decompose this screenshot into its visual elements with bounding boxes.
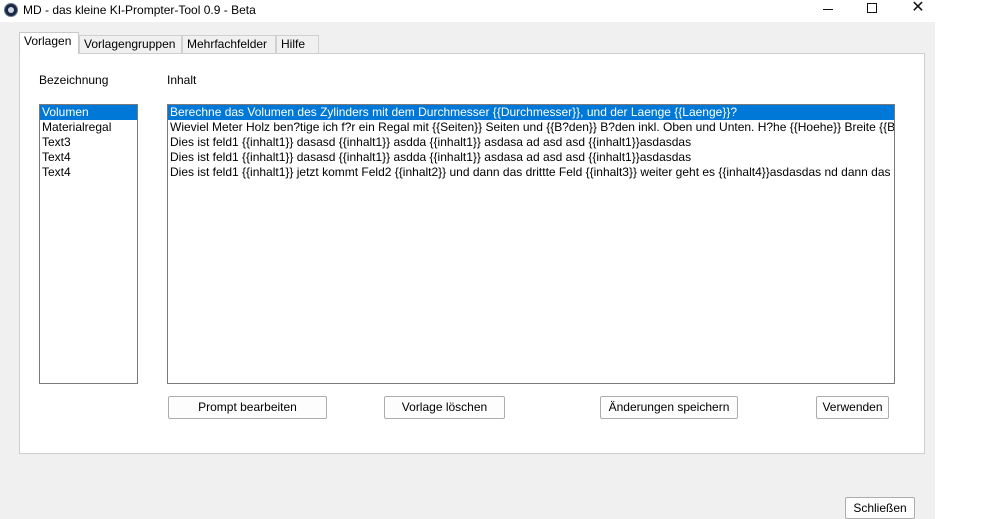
minimize-icon	[823, 8, 833, 10]
inhalt-label: Inhalt	[167, 73, 197, 87]
name-list-item[interactable]: Text4	[40, 165, 137, 180]
name-listbox[interactable]: Volumen Materialregal Text3 Text4 Text4	[39, 104, 138, 384]
content-list-item[interactable]: Wieviel Meter Holz ben?tige ich f?r ein …	[168, 120, 894, 135]
content-list-item[interactable]: Dies ist feld1 {{inhalt1}} dasasd {{inha…	[168, 150, 894, 165]
content-list-item[interactable]: Dies ist feld1 {{inhalt1}} dasasd {{inha…	[168, 135, 894, 150]
app-icon	[4, 3, 18, 17]
vorlagen-panel: Bezeichnung Inhalt Volumen Materialregal T…	[19, 53, 925, 454]
verwenden-button[interactable]: Verwenden	[816, 396, 889, 419]
tab-mehrfachfelder[interactable]: Mehrfachfelder	[182, 35, 276, 54]
schliessen-button[interactable]: Schließen	[845, 497, 915, 519]
window-title: MD - das kleine KI-Prompter-Tool 0.9 - B…	[23, 3, 256, 17]
close-window-button[interactable]: ✕	[895, 0, 941, 16]
tab-vorlagen[interactable]: Vorlagen	[19, 32, 79, 54]
name-list-item[interactable]: Volumen	[40, 105, 137, 120]
minimize-button[interactable]	[805, 0, 851, 16]
tab-hilfe[interactable]: Hilfe	[276, 35, 319, 54]
content-listbox[interactable]: Berechne das Volumen des Zylinders mit d…	[167, 104, 895, 384]
vorlage-loeschen-button[interactable]: Vorlage löschen	[384, 396, 505, 419]
aenderungen-speichern-button[interactable]: Änderungen speichern	[600, 396, 738, 419]
prompt-bearbeiten-button[interactable]: Prompt bearbeiten	[168, 396, 327, 419]
name-list-item[interactable]: Text3	[40, 135, 137, 150]
name-list-item[interactable]: Materialregal	[40, 120, 137, 135]
content-list-item[interactable]: Dies ist feld1 {{inhalt1}} jetzt kommt F…	[168, 165, 894, 180]
maximize-button[interactable]	[849, 0, 895, 16]
bezeichnung-label: Bezeichnung	[39, 73, 109, 87]
maximize-icon	[867, 3, 877, 13]
title-bar: MD - das kleine KI-Prompter-Tool 0.9 - B…	[0, 0, 935, 22]
name-list-item[interactable]: Text4	[40, 150, 137, 165]
tab-vorlagengruppen[interactable]: Vorlagengruppen	[79, 35, 182, 54]
main-window: MD - das kleine KI-Prompter-Tool 0.9 - B…	[0, 0, 935, 519]
close-icon: ✕	[911, 0, 925, 16]
content-list-item[interactable]: Berechne das Volumen des Zylinders mit d…	[168, 105, 894, 120]
